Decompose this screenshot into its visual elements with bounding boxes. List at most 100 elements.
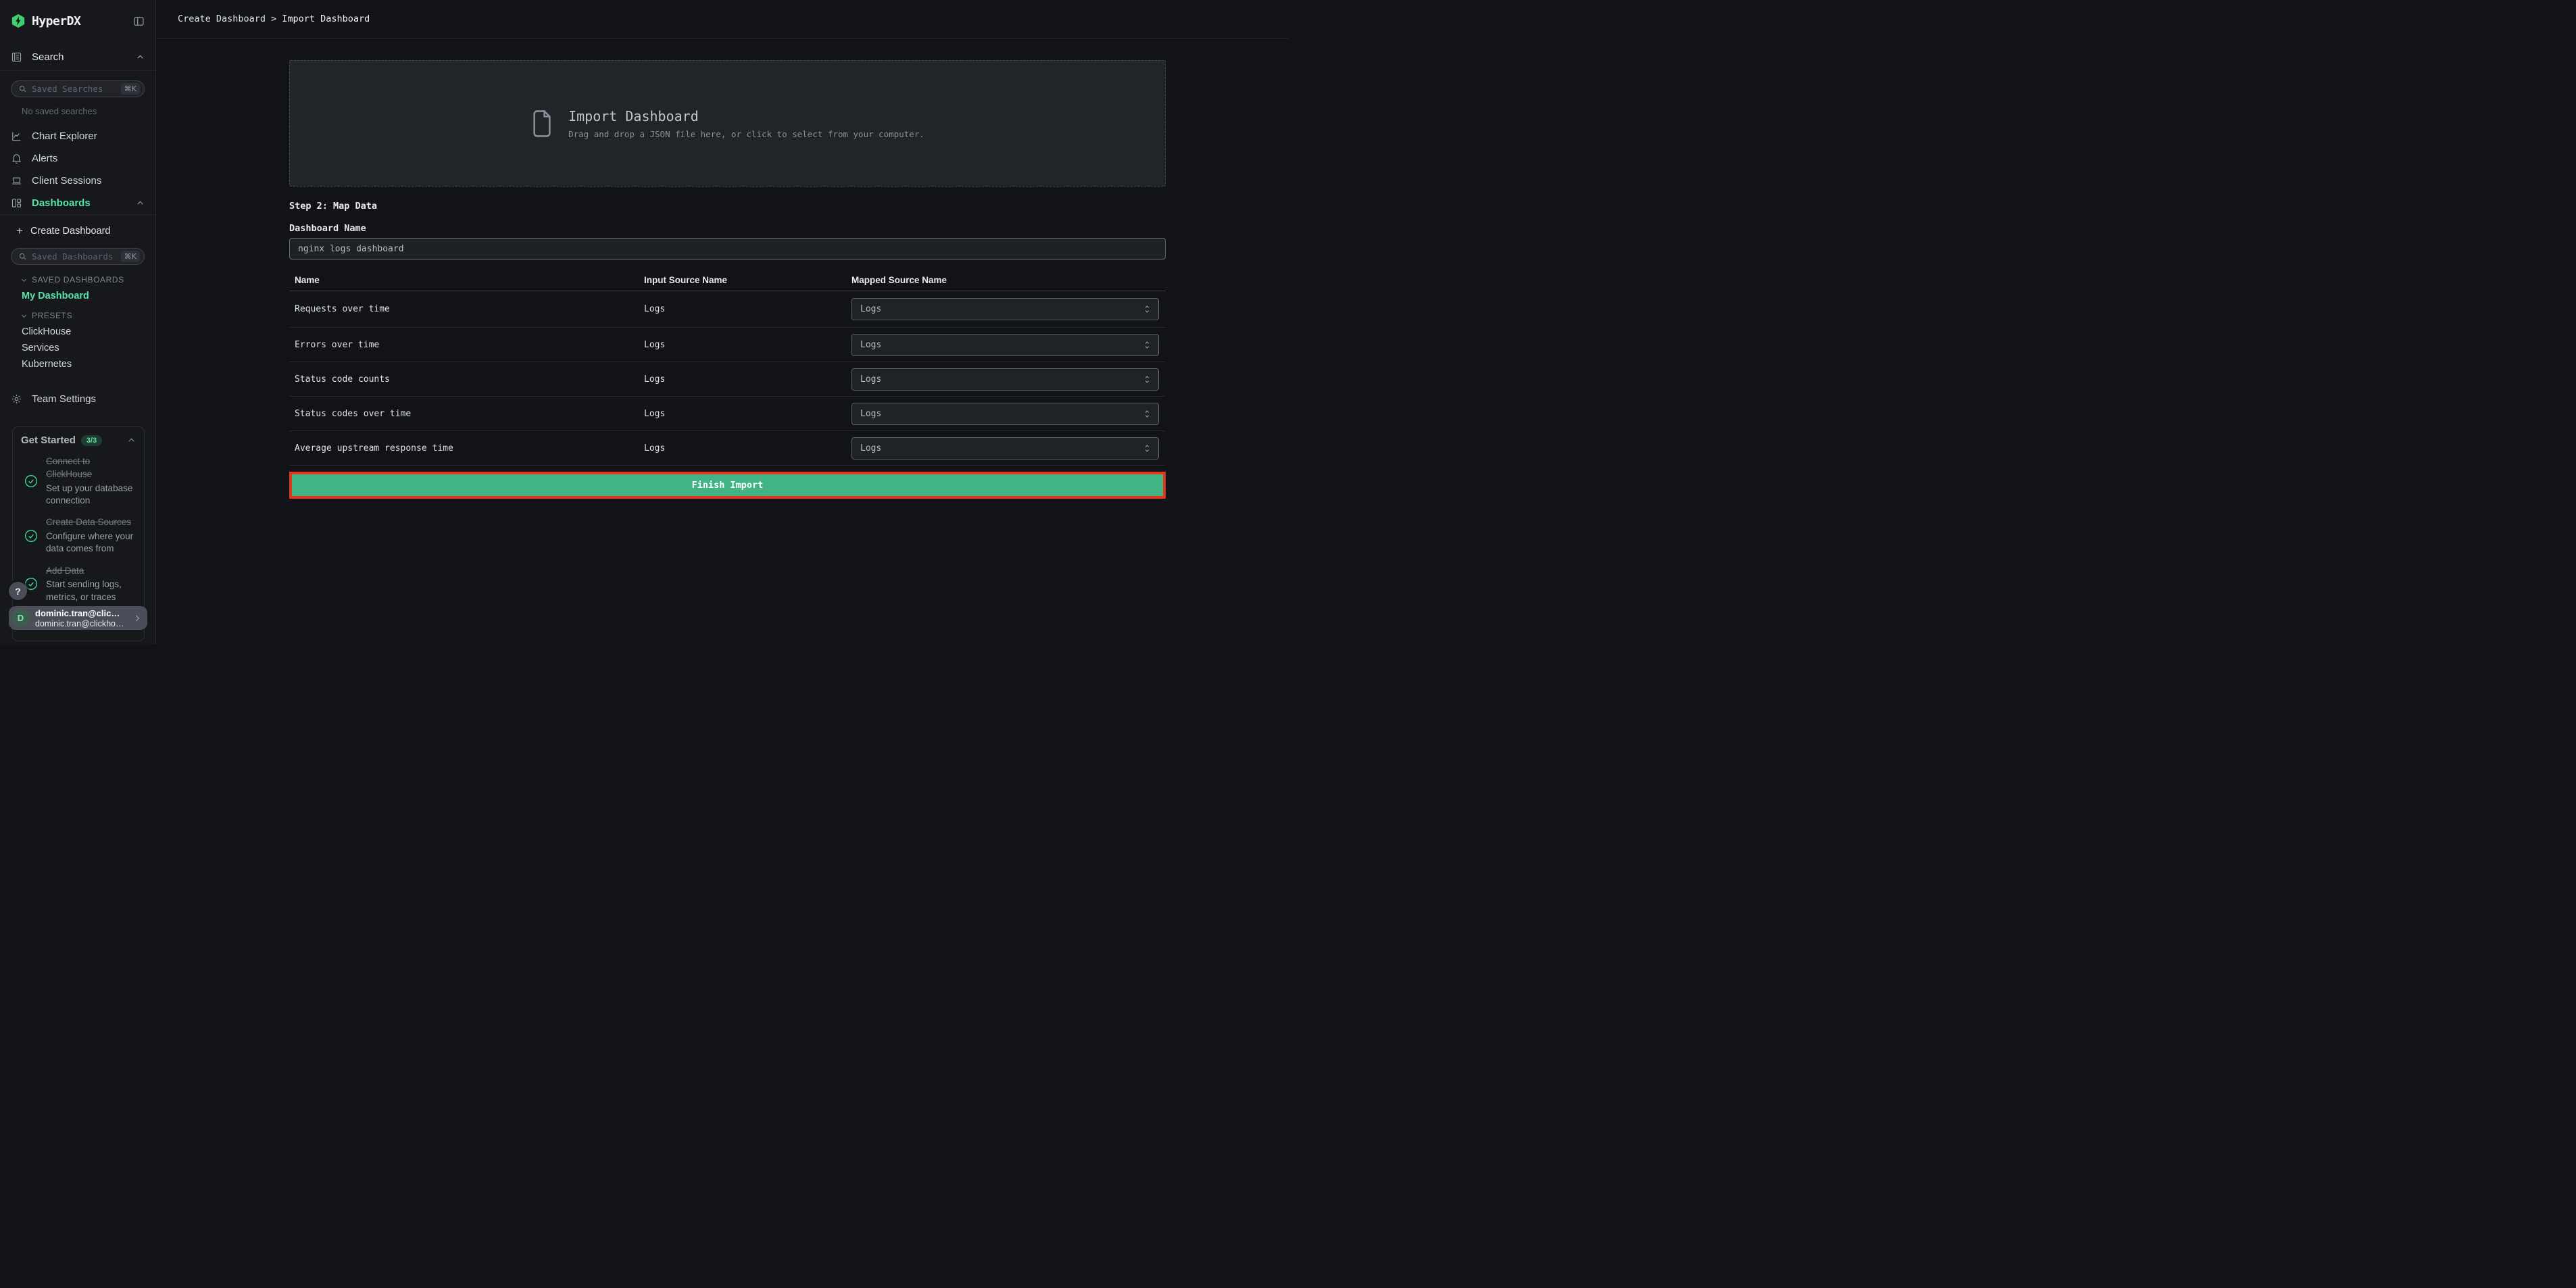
column-header-input-source: Input Source Name xyxy=(644,275,851,285)
get-started-item-title: Add Data xyxy=(46,565,136,578)
user-name: dominic.tran@clic… xyxy=(35,608,124,618)
input-source-cell: Logs xyxy=(644,340,851,350)
sidebar-item-kubernetes[interactable]: Kubernetes xyxy=(0,356,155,372)
saved-dashboards-section-toggle[interactable]: SAVED DASHBOARDS xyxy=(0,274,155,285)
column-header-name: Name xyxy=(295,275,644,285)
sidebar-item-label: Chart Explorer xyxy=(32,130,97,142)
section-label: PRESETS xyxy=(32,311,72,320)
create-dashboard-label: Create Dashboard xyxy=(30,226,111,237)
step-heading: Step 2: Map Data xyxy=(289,201,377,212)
mapped-source-select[interactable]: Logs xyxy=(851,334,1159,356)
select-chevrons-icon xyxy=(1143,374,1151,385)
select-value: Logs xyxy=(860,409,881,419)
sidebar-item-chart-explorer[interactable]: Chart Explorer xyxy=(0,125,155,147)
get-started-item-sources[interactable]: Create Data Sources Configure where your… xyxy=(21,516,136,555)
chart-name-cell: Average upstream response time xyxy=(295,443,644,453)
hyperdx-logo-icon xyxy=(11,14,26,28)
chevron-up-icon[interactable] xyxy=(127,436,136,445)
select-chevrons-icon xyxy=(1143,409,1151,419)
chart-name-cell: Status code counts xyxy=(295,374,644,385)
sidebar-nav: Chart Explorer Alerts Client Sessions Da… xyxy=(0,125,155,215)
get-started-item-desc: Start sending logs, metrics, or traces xyxy=(46,578,136,603)
select-value: Logs xyxy=(860,374,881,385)
check-circle-icon xyxy=(24,474,38,488)
sidebar-item-search[interactable]: Search xyxy=(0,42,155,71)
select-value: Logs xyxy=(860,304,881,314)
saved-searches-input[interactable] xyxy=(32,84,121,94)
table-header-row: Name Input Source Name Mapped Source Nam… xyxy=(289,270,1166,291)
avatar: D xyxy=(11,609,30,627)
input-source-cell: Logs xyxy=(644,443,851,453)
sidebar-item-client-sessions[interactable]: Client Sessions xyxy=(0,170,155,192)
sidebar: HyperDX Search ⌘K No saved searches Char… xyxy=(0,0,156,644)
mapped-source-select[interactable]: Logs xyxy=(851,368,1159,391)
mapped-source-select[interactable]: Logs xyxy=(851,437,1159,460)
section-label: SAVED DASHBOARDS xyxy=(32,275,124,284)
saved-searches-search[interactable]: ⌘K xyxy=(11,80,145,97)
search-nav-icon xyxy=(11,51,22,63)
get-started-item-desc: Configure where your data comes from xyxy=(46,530,136,555)
sidebar-item-services[interactable]: Services xyxy=(0,340,155,356)
mapped-source-select[interactable]: Logs xyxy=(851,403,1159,425)
help-button[interactable]: ? xyxy=(9,582,27,600)
input-source-cell: Logs xyxy=(644,304,851,314)
finish-import-button[interactable]: Finish Import xyxy=(289,472,1166,499)
import-dropzone[interactable]: Import Dashboard Drag and drop a JSON fi… xyxy=(289,60,1166,187)
get-started-header: Get Started 3/3 xyxy=(21,435,136,446)
main-content: Create Dashboard>Import Dashboard Import… xyxy=(157,0,1288,644)
plus-icon: + xyxy=(16,224,26,238)
gear-icon xyxy=(11,393,22,405)
column-header-mapped-source: Mapped Source Name xyxy=(851,275,1171,285)
saved-dashboards-search[interactable]: ⌘K xyxy=(11,248,145,265)
chart-name-cell: Errors over time xyxy=(295,340,644,350)
mapped-source-select[interactable]: Logs xyxy=(851,298,1159,320)
sidebar-item-alerts[interactable]: Alerts xyxy=(0,147,155,170)
sidebar-item-clickhouse[interactable]: ClickHouse xyxy=(0,324,155,340)
chevron-down-icon xyxy=(20,312,28,320)
user-account-button[interactable]: D dominic.tran@clic… dominic.tran@clickh… xyxy=(9,606,147,630)
check-circle-icon xyxy=(24,529,38,543)
presets-list: ClickHouse Services Kubernetes xyxy=(0,324,155,372)
panel-toggle-icon[interactable] xyxy=(133,16,145,27)
file-icon xyxy=(530,109,553,139)
presets-section-toggle[interactable]: PRESETS xyxy=(0,310,155,321)
dropzone-subtitle: Drag and drop a JSON file here, or click… xyxy=(568,129,924,139)
dashboard-name-input[interactable] xyxy=(289,238,1166,259)
sidebar-item-dashboards[interactable]: Dashboards xyxy=(0,192,155,214)
table-row: Average upstream response time Logs Logs xyxy=(289,431,1166,466)
breadcrumb: Create Dashboard>Import Dashboard xyxy=(178,14,370,24)
sidebar-item-team-settings[interactable]: Team Settings xyxy=(0,388,155,410)
input-source-cell: Logs xyxy=(644,409,851,419)
saved-dashboards-input[interactable] xyxy=(32,251,121,262)
input-source-cell: Logs xyxy=(644,374,851,385)
breadcrumb-current: Import Dashboard xyxy=(282,14,370,24)
search-icon xyxy=(18,252,27,261)
bell-icon xyxy=(11,153,22,164)
progress-badge: 3/3 xyxy=(81,435,102,446)
get-started-item-title: Create Data Sources xyxy=(46,516,136,529)
dashboard-name-label: Dashboard Name xyxy=(289,223,366,234)
search-icon xyxy=(18,84,27,93)
table-row: Errors over time Logs Logs xyxy=(289,328,1166,362)
get-started-title: Get Started xyxy=(21,435,76,446)
chart-explorer-icon xyxy=(11,130,22,142)
user-email: dominic.tran@clickho… xyxy=(35,619,124,628)
create-dashboard-button[interactable]: + Create Dashboard xyxy=(0,220,155,242)
table-row: Status code counts Logs Logs xyxy=(289,362,1166,397)
shortcut-badge: ⌘K xyxy=(121,83,140,95)
breadcrumb-parent[interactable]: Create Dashboard xyxy=(178,14,266,24)
topbar: Create Dashboard>Import Dashboard xyxy=(157,0,1288,39)
get-started-item-add-data[interactable]: Add Data Start sending logs, metrics, or… xyxy=(21,565,136,603)
no-saved-searches-text: No saved searches xyxy=(0,106,155,118)
select-chevrons-icon xyxy=(1143,443,1151,453)
chevron-down-icon xyxy=(20,276,28,284)
dropzone-title: Import Dashboard xyxy=(568,108,924,124)
sidebar-item-my-dashboard[interactable]: My Dashboard xyxy=(0,289,155,303)
finish-import-label: Finish Import xyxy=(692,480,764,491)
get-started-item-connect[interactable]: Connect to ClickHouse Set up your databa… xyxy=(21,455,136,507)
get-started-item-title: Connect to ClickHouse xyxy=(46,455,136,481)
select-value: Logs xyxy=(860,443,881,453)
sidebar-item-label: Dashboards xyxy=(32,197,91,209)
get-started-item-desc: Set up your database connection xyxy=(46,482,136,507)
app-title: HyperDX xyxy=(32,14,80,28)
